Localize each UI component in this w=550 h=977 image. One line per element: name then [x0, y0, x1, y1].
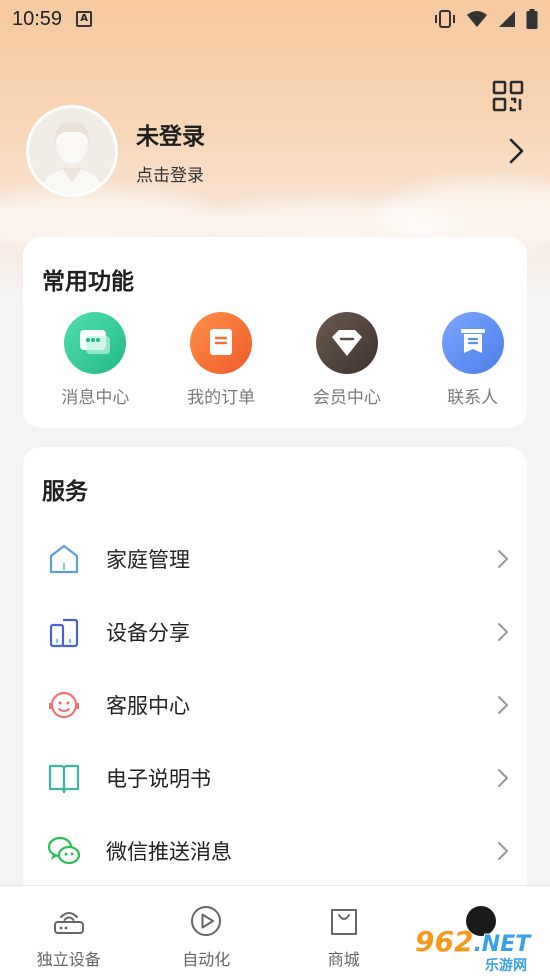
func-label: 会员中心 [312, 388, 381, 408]
status-time: 10:59 [12, 7, 63, 30]
services-card: 服务 家庭管理 设备分享 客服中心 电子说明书 微信推送消息 [23, 447, 527, 907]
watermark-site-name: 乐游网 [485, 958, 527, 974]
status-bar: 10:59 A [0, 0, 550, 38]
login-prompt[interactable]: 点击登录 [136, 161, 205, 186]
vibrate-icon [435, 10, 455, 28]
wechat-icon [47, 836, 81, 864]
common-functions-card: 常用功能 消息中心 我的订单 会员中心 联系人 [23, 237, 527, 428]
shopping-bag-icon [330, 909, 357, 935]
wifi-icon [467, 11, 487, 27]
func-message-center[interactable]: 消息中心 [41, 312, 150, 408]
a-icon: A [76, 11, 93, 27]
default-avatar-icon [41, 122, 103, 194]
order-icon [190, 312, 253, 374]
profile-section[interactable]: 未登录 点击登录 [26, 105, 205, 197]
tab-label: 商城 [327, 950, 360, 969]
tab-label: 独立设备 [36, 950, 101, 969]
tab-automation[interactable]: 自动化 [138, 886, 276, 977]
manual-icon [48, 764, 80, 793]
list-item-label: 家庭管理 [106, 547, 190, 572]
chevron-right-icon [498, 549, 508, 568]
tab-standalone-devices[interactable]: 独立设备 [0, 886, 138, 977]
list-item-device-share[interactable]: 设备分享 [23, 595, 527, 668]
func-label: 我的订单 [187, 388, 256, 408]
list-item-customer-service[interactable]: 客服中心 [23, 668, 527, 741]
watermark-logo: 962.NET [415, 925, 531, 958]
tab-label: 自动化 [182, 950, 231, 969]
diamond-icon [315, 312, 378, 374]
router-icon [53, 912, 84, 934]
message-icon [64, 312, 127, 374]
chevron-right-icon[interactable] [506, 137, 526, 165]
chevron-right-icon [498, 622, 508, 641]
func-member-center[interactable]: 会员中心 [293, 312, 402, 408]
func-label: 消息中心 [61, 388, 130, 408]
watermark: 962.NET 乐游网 [415, 925, 550, 977]
device-share-icon [49, 618, 79, 647]
func-contacts[interactable]: 联系人 [418, 312, 527, 408]
login-status: 未登录 [136, 123, 205, 150]
play-icon [191, 906, 222, 936]
list-item-wechat-push[interactable]: 微信推送消息 [23, 814, 527, 887]
chevron-right-icon [498, 695, 508, 714]
list-item-manual[interactable]: 电子说明书 [23, 741, 527, 814]
chevron-right-icon [498, 768, 508, 787]
list-item-label: 设备分享 [106, 620, 190, 645]
battery-icon [526, 9, 538, 29]
tab-store[interactable]: 商城 [275, 886, 413, 977]
func-label: 联系人 [447, 388, 499, 408]
qr-code-icon[interactable] [492, 80, 524, 112]
contacts-icon [441, 312, 504, 374]
avatar[interactable] [26, 105, 118, 197]
section-title: 常用功能 [42, 269, 134, 295]
customer-service-icon [49, 691, 79, 718]
list-item-label: 客服中心 [106, 693, 190, 718]
chevron-right-icon [498, 841, 508, 860]
status-icons [434, 9, 538, 29]
list-item-label: 微信推送消息 [106, 839, 232, 864]
func-my-orders[interactable]: 我的订单 [167, 312, 276, 408]
list-item-label: 电子说明书 [106, 766, 211, 791]
signal-icon [499, 11, 515, 27]
section-title: 服务 [42, 479, 88, 505]
list-item-home-management[interactable]: 家庭管理 [23, 522, 527, 595]
home-icon [49, 544, 79, 573]
